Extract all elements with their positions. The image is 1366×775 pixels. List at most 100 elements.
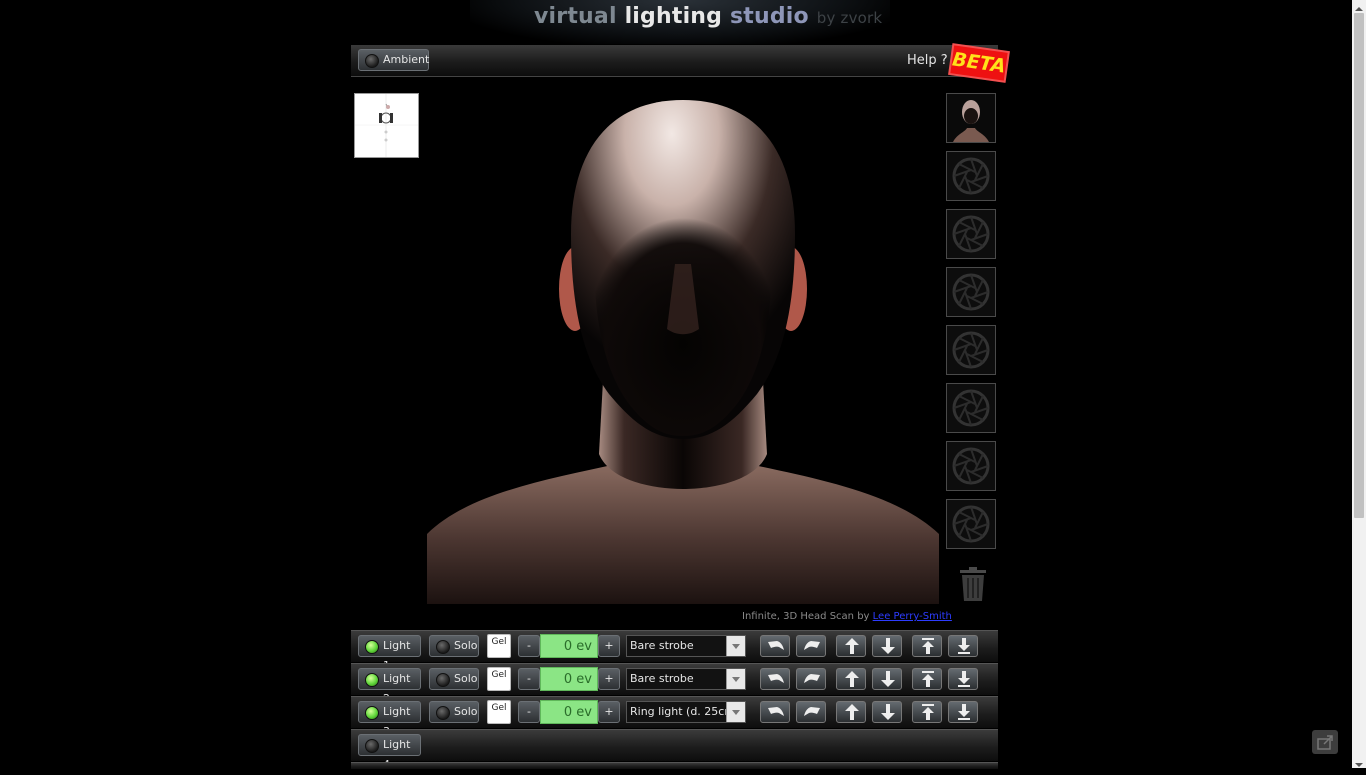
render-viewport[interactable] xyxy=(427,94,939,604)
scroll-up-arrow-icon[interactable] xyxy=(1352,0,1366,12)
title-word-virtual: virtual xyxy=(534,4,617,29)
solo-button[interactable]: Solo xyxy=(429,635,479,657)
move-top-button[interactable] xyxy=(912,701,942,723)
gel-button[interactable]: Gel xyxy=(487,700,511,724)
light-modifier-select[interactable]: Bare strobe xyxy=(626,635,746,657)
move-bottom-icon xyxy=(958,638,970,654)
solo-label: Solo xyxy=(454,705,478,718)
title-word-studio: studio xyxy=(729,4,809,29)
preset-slot-3[interactable] xyxy=(946,209,996,259)
move-top-icon xyxy=(922,638,934,654)
arrow-up-icon xyxy=(845,638,859,654)
solo-button[interactable]: Solo xyxy=(429,668,479,690)
gel-button[interactable]: Gel xyxy=(487,634,511,658)
rotate-left-icon xyxy=(768,641,784,650)
solo-label: Solo xyxy=(454,639,478,652)
aperture-icon xyxy=(952,505,990,543)
move-top-icon xyxy=(922,671,934,687)
preset-slot-4[interactable] xyxy=(946,267,996,317)
move-down-button[interactable] xyxy=(872,668,902,690)
rotate-right-button[interactable] xyxy=(796,635,826,657)
rotate-left-button[interactable] xyxy=(760,701,790,723)
ev-value: 0 ev xyxy=(540,700,598,724)
model-credit: Infinite, 3D Head Scan by Lee Perry-Smit… xyxy=(742,611,952,622)
chevron-down-icon xyxy=(726,669,745,689)
scrollbar-thumb[interactable] xyxy=(1354,13,1364,518)
preset-slot-6[interactable] xyxy=(946,383,996,433)
preset-slot-7[interactable] xyxy=(946,441,996,491)
share-icon[interactable] xyxy=(1312,730,1338,754)
modifier-value: Bare strobe xyxy=(630,672,694,685)
help-link[interactable]: Help ? xyxy=(907,53,948,68)
ev-decrease-button[interactable]: - xyxy=(518,701,540,723)
rotate-left-icon xyxy=(768,707,784,716)
arrow-down-icon xyxy=(881,638,895,654)
preset-slot-5[interactable] xyxy=(946,325,996,375)
rotate-right-icon xyxy=(804,641,820,650)
light-led-icon xyxy=(365,640,379,654)
move-top-button[interactable] xyxy=(912,635,942,657)
rotate-left-button[interactable] xyxy=(760,668,790,690)
top-toolbar: Ambient xyxy=(351,45,998,77)
preset-thumbnail xyxy=(947,94,995,142)
aperture-icon xyxy=(952,157,990,195)
ambient-label: Ambient xyxy=(383,53,430,66)
light-3-toggle-button[interactable]: Light 3 xyxy=(358,701,421,738)
move-bottom-button[interactable] xyxy=(948,701,978,723)
ev-decrease-button[interactable]: - xyxy=(518,635,540,657)
scene-top-view-minimap[interactable] xyxy=(354,93,419,158)
preset-slot-1[interactable] xyxy=(946,93,996,143)
move-top-icon xyxy=(922,704,934,720)
move-top-button[interactable] xyxy=(912,668,942,690)
solo-led-icon xyxy=(436,706,450,720)
light-2-toggle-button[interactable]: Light 2 xyxy=(358,668,421,705)
solo-led-icon xyxy=(436,673,450,687)
light-row-2: Light 2 Solo Gel - 0 ev + Bare strobe xyxy=(351,663,998,705)
ev-value: 0 ev xyxy=(540,667,598,691)
ev-value: 0 ev xyxy=(540,634,598,658)
move-up-button[interactable] xyxy=(836,635,866,657)
ev-decrease-button[interactable]: - xyxy=(518,668,540,690)
title-by-author: by zvork xyxy=(816,9,883,27)
move-bottom-button[interactable] xyxy=(948,668,978,690)
solo-label: Solo xyxy=(454,672,478,685)
chevron-down-icon xyxy=(726,702,745,722)
move-down-button[interactable] xyxy=(872,635,902,657)
move-down-button[interactable] xyxy=(872,701,902,723)
light-modifier-select[interactable]: Bare strobe xyxy=(626,668,746,690)
gel-button[interactable]: Gel xyxy=(487,667,511,691)
rotate-right-button[interactable] xyxy=(796,668,826,690)
credit-author-link[interactable]: Lee Perry-Smith xyxy=(873,611,952,622)
arrow-down-icon xyxy=(881,671,895,687)
move-bottom-icon xyxy=(958,671,970,687)
light-row-3: Light 3 Solo Gel - 0 ev + Ring light (d.… xyxy=(351,696,998,738)
light-led-icon xyxy=(365,739,379,753)
solo-led-icon xyxy=(436,640,450,654)
light-1-toggle-button[interactable]: Light 1 xyxy=(358,635,421,672)
light-4-toggle-button[interactable]: Light 4 xyxy=(358,734,421,771)
trash-icon[interactable] xyxy=(958,566,988,602)
move-bottom-button[interactable] xyxy=(948,635,978,657)
light-led-icon xyxy=(365,706,379,720)
ev-increase-button[interactable]: + xyxy=(598,635,620,657)
modifier-value: Bare strobe xyxy=(630,639,694,652)
ev-increase-button[interactable]: + xyxy=(598,668,620,690)
aperture-icon xyxy=(952,215,990,253)
preset-slot-8[interactable] xyxy=(946,499,996,549)
chevron-down-icon xyxy=(726,636,745,656)
ev-increase-button[interactable]: + xyxy=(598,701,620,723)
scroll-down-arrow-icon[interactable] xyxy=(1352,756,1366,768)
move-up-button[interactable] xyxy=(836,701,866,723)
rotate-left-button[interactable] xyxy=(760,635,790,657)
light-modifier-select[interactable]: Ring light (d. 25cm) xyxy=(626,701,746,723)
ambient-button[interactable]: Ambient xyxy=(358,49,429,71)
head-render-image xyxy=(427,100,939,604)
arrow-up-icon xyxy=(845,704,859,720)
preset-slot-2[interactable] xyxy=(946,151,996,201)
move-up-button[interactable] xyxy=(836,668,866,690)
light-label: Light 4 xyxy=(383,738,411,771)
solo-button[interactable]: Solo xyxy=(429,701,479,723)
aperture-icon xyxy=(952,273,990,311)
rotate-right-icon xyxy=(804,674,820,683)
rotate-right-button[interactable] xyxy=(796,701,826,723)
